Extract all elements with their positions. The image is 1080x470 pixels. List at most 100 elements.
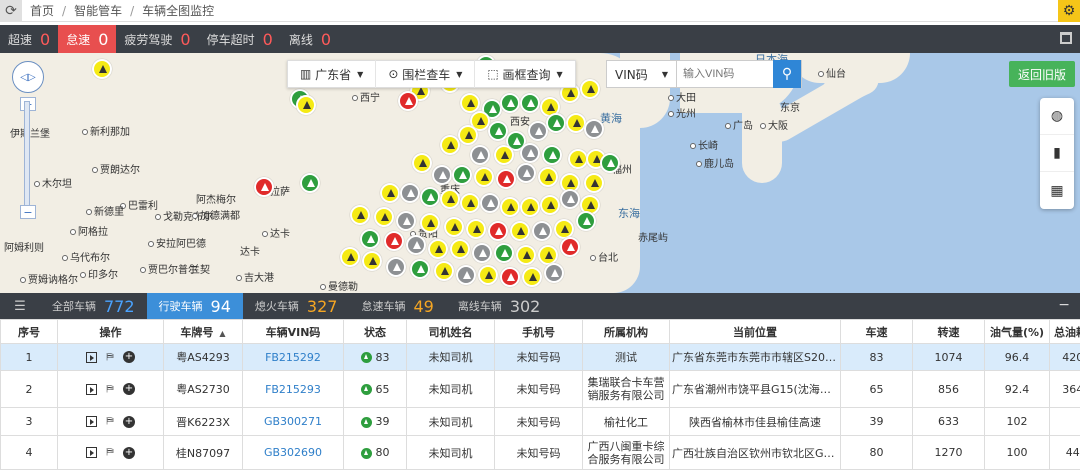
location-pin-icon[interactable]: ⛿ bbox=[105, 384, 115, 395]
alarm-overspeed[interactable]: 超速0 bbox=[0, 25, 58, 53]
vehicle-marker[interactable] bbox=[410, 259, 430, 279]
location-pin-icon[interactable]: ⛿ bbox=[105, 416, 115, 427]
vehicle-marker[interactable] bbox=[300, 173, 320, 193]
breadcrumb-smart-fleet[interactable]: 智能管车 bbox=[66, 2, 130, 19]
maximize-icon[interactable] bbox=[1060, 32, 1072, 44]
vehicle-marker[interactable] bbox=[544, 263, 564, 283]
row-vin-link[interactable]: GB300271 bbox=[243, 408, 344, 436]
vehicle-marker[interactable] bbox=[384, 231, 404, 251]
vehicle-marker[interactable] bbox=[400, 183, 420, 203]
vehicle-marker[interactable] bbox=[450, 239, 470, 259]
vehicle-marker[interactable] bbox=[396, 211, 416, 231]
vehicle-marker[interactable] bbox=[600, 153, 620, 173]
vehicle-marker[interactable] bbox=[496, 169, 516, 189]
col-plate[interactable]: 车牌号▲ bbox=[164, 320, 243, 344]
vehicle-marker[interactable] bbox=[528, 121, 548, 141]
vehicle-marker[interactable] bbox=[420, 187, 440, 207]
vehicle-marker[interactable] bbox=[538, 167, 558, 187]
vehicle-marker[interactable] bbox=[522, 267, 542, 287]
vehicle-map[interactable]: 黄海 东海 日本海 西宁 拉萨 贵阳 重庆 西安 大田 光州 长崎 鹿儿岛 广岛… bbox=[0, 53, 1080, 293]
vehicle-marker[interactable] bbox=[412, 153, 432, 173]
tab-driving-vehicles[interactable]: 行驶车辆94 bbox=[147, 293, 243, 319]
vin-input[interactable] bbox=[677, 61, 773, 87]
vehicle-marker[interactable] bbox=[406, 235, 426, 255]
play-icon[interactable] bbox=[86, 447, 97, 458]
vehicle-marker[interactable] bbox=[420, 213, 440, 233]
plus-circle-icon[interactable]: + bbox=[123, 416, 135, 428]
vehicle-marker[interactable] bbox=[340, 247, 360, 267]
vehicle-marker[interactable] bbox=[296, 95, 316, 115]
alarm-offline[interactable]: 离线0 bbox=[281, 25, 339, 53]
vehicle-marker[interactable] bbox=[584, 173, 604, 193]
vehicle-marker[interactable] bbox=[478, 265, 498, 285]
alarm-idle[interactable]: 怠速0 bbox=[58, 25, 116, 53]
vehicle-marker[interactable] bbox=[472, 243, 492, 263]
tab-all-vehicles[interactable]: 全部车辆772 bbox=[40, 293, 147, 319]
vehicle-marker[interactable] bbox=[584, 119, 604, 139]
plus-circle-icon[interactable]: + bbox=[123, 383, 135, 395]
vehicle-marker[interactable] bbox=[456, 265, 476, 285]
traffic-light-icon[interactable]: ▮ bbox=[1040, 135, 1074, 172]
row-vin-link[interactable]: GB302690 bbox=[243, 436, 344, 470]
zoom-slider[interactable] bbox=[24, 101, 30, 211]
list-icon[interactable]: ☰ bbox=[0, 293, 40, 319]
vehicle-marker[interactable] bbox=[532, 221, 552, 241]
vehicle-marker[interactable] bbox=[380, 183, 400, 203]
vehicle-marker[interactable] bbox=[500, 93, 520, 113]
vehicle-marker[interactable] bbox=[568, 149, 588, 169]
vehicle-marker[interactable] bbox=[576, 211, 596, 231]
tab-idle-vehicles[interactable]: 怠速车辆49 bbox=[349, 293, 445, 319]
collapse-icon[interactable]: − bbox=[1058, 297, 1070, 313]
search-icon[interactable]: ⚲ bbox=[773, 60, 801, 88]
vehicle-marker[interactable] bbox=[398, 91, 418, 111]
vehicle-marker[interactable] bbox=[516, 163, 536, 183]
vehicle-marker[interactable] bbox=[452, 165, 472, 185]
vehicle-marker[interactable] bbox=[538, 245, 558, 265]
location-pin-icon[interactable]: ⛿ bbox=[105, 447, 115, 458]
vehicle-marker[interactable] bbox=[440, 135, 460, 155]
box-query-select[interactable]: ⬚ 画框查询▼ bbox=[475, 60, 574, 88]
vehicle-marker[interactable] bbox=[566, 113, 586, 133]
table-row[interactable]: 4 ⛿+ 桂N87097 GB302690 80 未知司机 未知号码 广西八闽重… bbox=[1, 436, 1080, 470]
vehicle-marker[interactable] bbox=[520, 143, 540, 163]
grid-icon[interactable]: ▦ bbox=[1040, 172, 1074, 209]
table-row[interactable]: 2 ⛿+ 粤AS2730 FB215293 65 未知司机 未知号码 集瑞联合卡… bbox=[1, 371, 1080, 408]
row-vin-link[interactable]: FB215293 bbox=[243, 371, 344, 408]
pan-control[interactable]: ◁▷ bbox=[12, 61, 44, 93]
vehicle-marker[interactable] bbox=[444, 217, 464, 237]
vehicle-marker[interactable] bbox=[350, 205, 370, 225]
vehicle-marker[interactable] bbox=[92, 59, 112, 79]
refresh-icon[interactable]: ⟳ bbox=[0, 0, 22, 22]
vehicle-marker[interactable] bbox=[362, 251, 382, 271]
vehicle-marker[interactable] bbox=[560, 237, 580, 257]
vehicle-marker[interactable] bbox=[542, 145, 562, 165]
plus-circle-icon[interactable]: + bbox=[123, 351, 135, 363]
alarm-parking-timeout[interactable]: 停车超时0 bbox=[199, 25, 281, 53]
vehicle-marker[interactable] bbox=[560, 189, 580, 209]
back-to-old-version-button[interactable]: 返回旧版 bbox=[1009, 61, 1075, 87]
vehicle-marker[interactable] bbox=[460, 193, 480, 213]
vehicle-marker[interactable] bbox=[494, 243, 514, 263]
vehicle-marker[interactable] bbox=[466, 219, 486, 239]
vehicle-marker[interactable] bbox=[460, 93, 480, 113]
vehicle-marker[interactable] bbox=[488, 121, 508, 141]
globe-icon[interactable]: ◍ bbox=[1040, 98, 1074, 135]
vehicle-marker[interactable] bbox=[360, 229, 380, 249]
vehicle-marker[interactable] bbox=[546, 113, 566, 133]
vehicle-marker[interactable] bbox=[500, 197, 520, 217]
tab-offline-vehicles[interactable]: 离线车辆302 bbox=[446, 293, 553, 319]
breadcrumb-home[interactable]: 首页 bbox=[22, 2, 62, 19]
vehicle-marker[interactable] bbox=[470, 145, 490, 165]
vehicle-marker[interactable] bbox=[434, 261, 454, 281]
vehicle-marker[interactable] bbox=[386, 257, 406, 277]
zoom-out-button[interactable]: − bbox=[20, 205, 36, 219]
vehicle-marker[interactable] bbox=[488, 221, 508, 241]
vehicle-marker[interactable] bbox=[580, 79, 600, 99]
vehicle-marker[interactable] bbox=[554, 219, 574, 239]
vehicle-marker[interactable] bbox=[374, 207, 394, 227]
play-icon[interactable] bbox=[86, 352, 97, 363]
tab-stalled-vehicles[interactable]: 熄火车辆327 bbox=[243, 293, 350, 319]
table-row[interactable]: 1 ⛿+ 粤AS4293 FB215292 83 未知司机 未知号码 测试 广东… bbox=[1, 344, 1080, 371]
sort-asc-icon[interactable]: ▲ bbox=[219, 329, 225, 338]
vehicle-marker[interactable] bbox=[540, 195, 560, 215]
